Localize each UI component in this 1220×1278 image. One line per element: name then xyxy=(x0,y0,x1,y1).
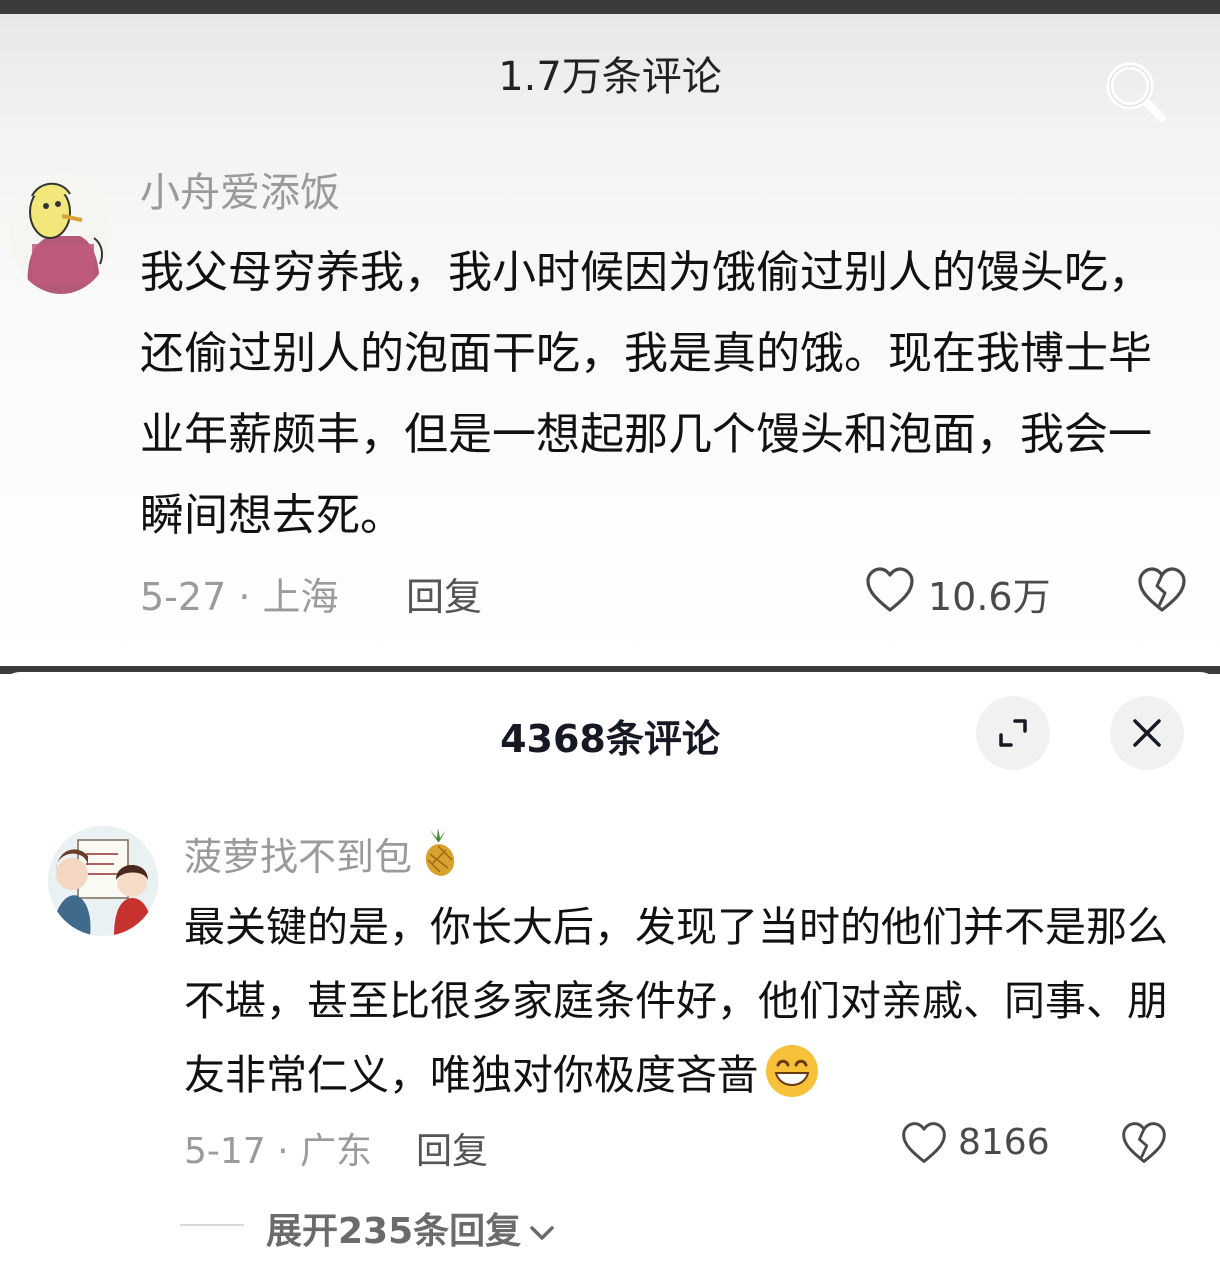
dislike-broken-heart-icon[interactable] xyxy=(1120,1120,1168,1166)
avatar[interactable] xyxy=(48,826,158,936)
expand-replies-label: 展开235条回复 xyxy=(266,1211,522,1252)
comment-username-row: 菠萝找不到包 xyxy=(184,826,458,881)
reply-button[interactable]: 回复 xyxy=(416,1122,488,1174)
expand-icon xyxy=(999,719,1027,747)
avatar[interactable] xyxy=(10,174,112,294)
close-icon xyxy=(1133,719,1161,747)
close-button[interactable] xyxy=(1110,696,1184,770)
pineapple-emoji xyxy=(425,828,455,876)
top-status-strip xyxy=(0,0,1220,14)
chevron-down-icon xyxy=(530,1226,554,1240)
grin-emoji xyxy=(766,1045,818,1097)
reply-button[interactable]: 回复 xyxy=(406,566,482,621)
dislike-broken-heart-icon[interactable] xyxy=(1136,566,1188,614)
comment-text: 我父母穷养我，我小时候因为饿偷过别人的馒头吃，还偷过别人的泡面干吃，我是真的饿。… xyxy=(140,247,1152,541)
comment-text-row: 最关键的是，你长大后，发现了当时的他们并不是那么不堪，甚至比很多家庭条件好，他们… xyxy=(184,890,1174,1112)
like-count: 10.6万 xyxy=(928,575,1051,619)
expand-replies-button[interactable]: 展开235条回复 xyxy=(266,1202,555,1254)
comment-text: 最关键的是，你长大后，发现了当时的他们并不是那么不堪，甚至比很多家庭条件好，他们… xyxy=(184,903,1168,1099)
comment-username[interactable]: 菠萝找不到包 xyxy=(184,835,412,879)
expand-button[interactable] xyxy=(976,696,1050,770)
replies-divider-line xyxy=(180,1224,244,1226)
comments-count-title: 1.7万条评论 xyxy=(498,54,722,100)
comment-date-location: 5-17 · 广东 xyxy=(184,1131,373,1172)
search-icon[interactable] xyxy=(1100,56,1170,126)
like-count: 8166 xyxy=(958,1122,1050,1163)
comment-date-location: 5-27 · 上海 xyxy=(140,575,339,619)
like-heart-icon[interactable] xyxy=(864,566,916,614)
like-heart-icon[interactable] xyxy=(900,1120,948,1166)
comment-username[interactable]: 小舟爱添饭 xyxy=(140,160,340,218)
